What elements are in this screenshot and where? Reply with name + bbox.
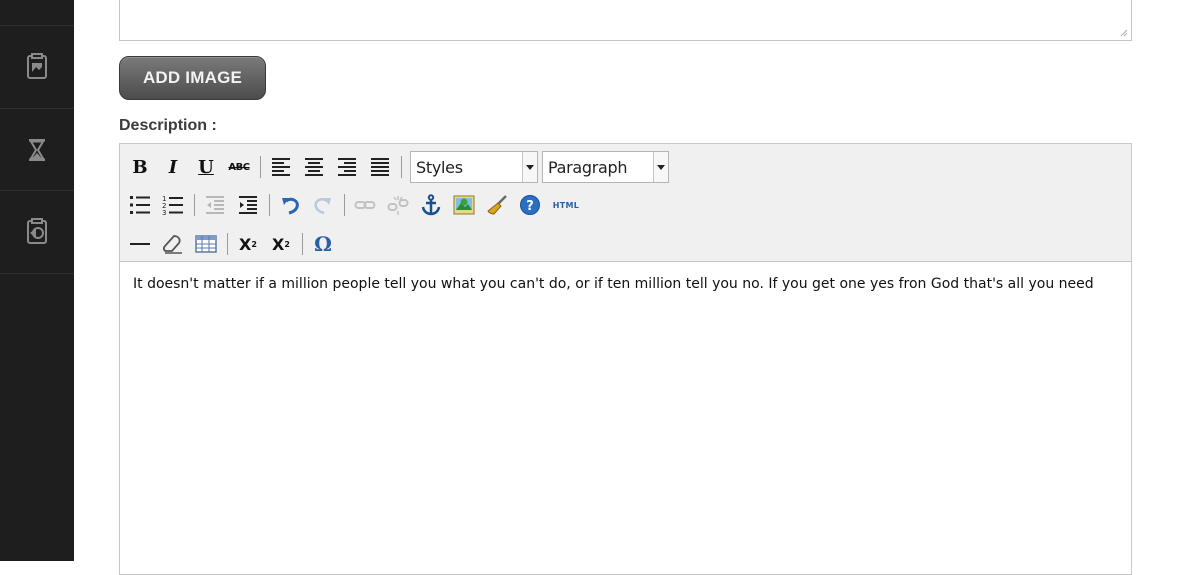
- image-icon: [453, 195, 475, 215]
- subscript-button[interactable]: X2: [236, 231, 260, 257]
- undo-button[interactable]: [278, 192, 302, 218]
- sidebar: [0, 0, 74, 561]
- bold-button[interactable]: B: [128, 154, 152, 180]
- indent-button[interactable]: [236, 192, 260, 218]
- hourglass-icon: [29, 139, 45, 161]
- eraser-icon: [163, 235, 182, 254]
- help-button[interactable]: ?: [518, 192, 542, 218]
- redo-button[interactable]: [311, 192, 335, 218]
- align-right-button[interactable]: [335, 154, 359, 180]
- insert-link-button[interactable]: [353, 192, 377, 218]
- numbered-list-icon: 1 2 3: [162, 195, 183, 216]
- description-label: Description :: [119, 117, 217, 134]
- indent-icon: [239, 196, 257, 214]
- unlink-button[interactable]: [386, 192, 410, 218]
- sidebar-item-pending[interactable]: [0, 109, 74, 191]
- outdent-icon: [206, 196, 224, 214]
- special-character-button[interactable]: Ω: [311, 231, 335, 257]
- format-select[interactable]: Paragraph: [542, 151, 669, 183]
- superscript-glyph: X: [272, 234, 285, 254]
- align-left-button[interactable]: [269, 154, 293, 180]
- back-arrow-icon: [27, 218, 47, 244]
- cleanup-button[interactable]: [485, 192, 509, 218]
- format-select-value: Paragraph: [548, 157, 628, 177]
- sidebar-item-gallery[interactable]: [0, 26, 74, 108]
- remove-format-button[interactable]: [161, 231, 185, 257]
- toolbar-separator: [269, 194, 270, 216]
- superscript-mark: 2: [284, 239, 290, 249]
- outdent-button[interactable]: [203, 192, 227, 218]
- toolbar-row-3: X2 X2 Ω: [128, 229, 344, 259]
- previous-textarea[interactable]: [119, 0, 1132, 41]
- sidebar-item-return[interactable]: [0, 191, 74, 273]
- superscript-button[interactable]: X2: [269, 231, 293, 257]
- toolbar-separator: [344, 194, 345, 216]
- align-left-icon: [272, 158, 290, 176]
- add-image-button[interactable]: ADD IMAGE: [119, 56, 266, 100]
- html-source-button[interactable]: HTML: [551, 192, 581, 218]
- link-icon: [354, 201, 376, 209]
- gallery-icon: [27, 53, 47, 79]
- resize-grip-icon[interactable]: [1119, 28, 1128, 37]
- align-right-icon: [338, 158, 356, 176]
- table-icon: [195, 235, 217, 253]
- numbered-list-button[interactable]: 1 2 3: [161, 192, 185, 218]
- chevron-down-icon[interactable]: [522, 152, 537, 182]
- toolbar-separator: [260, 156, 261, 178]
- horizontal-rule-icon: [130, 243, 150, 245]
- editor-toolbar: B I U ABC Styles Paragraph 1 2 3 ? HTML …: [120, 144, 1131, 262]
- anchor-button[interactable]: [419, 192, 443, 218]
- insert-table-button[interactable]: [194, 231, 218, 257]
- bullet-list-icon: [130, 196, 150, 214]
- toolbar-separator: [302, 233, 303, 255]
- svg-text:3: 3: [162, 209, 166, 216]
- subscript-mark: 2: [251, 239, 257, 249]
- toolbar-separator: [401, 156, 402, 178]
- toolbar-separator: [194, 194, 195, 216]
- broom-icon: [487, 195, 507, 215]
- horizontal-rule-button[interactable]: [128, 231, 152, 257]
- editor-content[interactable]: It doesn't matter if a million people te…: [133, 275, 1123, 293]
- align-justify-icon: [371, 158, 389, 176]
- toolbar-row-1: B I U ABC Styles Paragraph: [128, 151, 673, 183]
- toolbar-separator: [227, 233, 228, 255]
- insert-image-button[interactable]: [452, 192, 476, 218]
- align-center-button[interactable]: [302, 154, 326, 180]
- underline-button[interactable]: U: [194, 154, 218, 180]
- align-center-icon: [305, 158, 323, 176]
- chevron-down-icon[interactable]: [653, 152, 668, 182]
- styles-select[interactable]: Styles: [410, 151, 538, 183]
- italic-button[interactable]: I: [161, 154, 185, 180]
- description-editor: B I U ABC Styles Paragraph 1 2 3 ? HTML …: [119, 143, 1132, 575]
- subscript-glyph: X: [239, 234, 252, 254]
- toolbar-row-2: 1 2 3 ? HTML: [128, 190, 590, 220]
- bullet-list-button[interactable]: [128, 192, 152, 218]
- sidebar-divider: [0, 273, 74, 274]
- svg-text:?: ?: [526, 199, 534, 214]
- strikethrough-button[interactable]: ABC: [227, 154, 251, 180]
- undo-icon: [282, 197, 299, 215]
- help-icon: ?: [520, 195, 540, 215]
- unlink-icon: [387, 196, 409, 215]
- redo-icon: [314, 198, 331, 215]
- anchor-icon: [421, 194, 441, 216]
- align-justify-button[interactable]: [368, 154, 392, 180]
- styles-select-value: Styles: [416, 157, 463, 177]
